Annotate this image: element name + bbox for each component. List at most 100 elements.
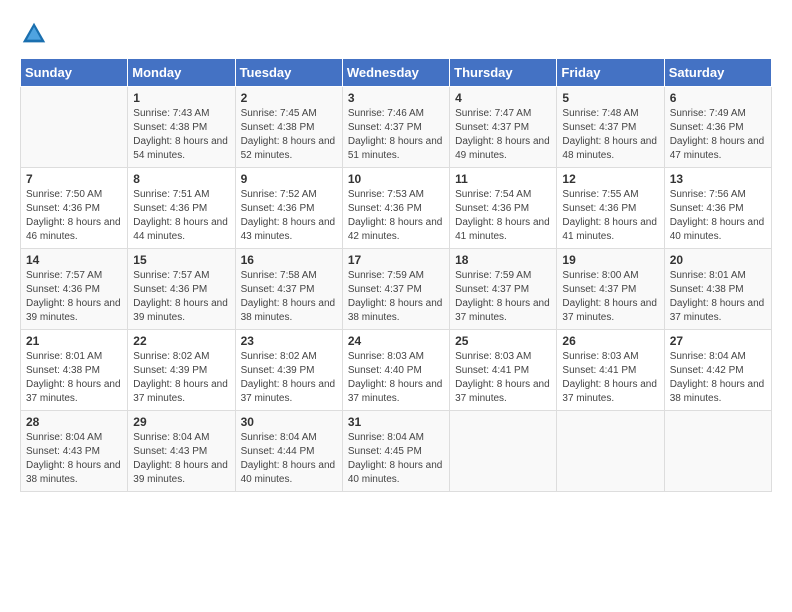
cell-content: Sunrise: 7:51 AMSunset: 4:36 PMDaylight:… [133,188,229,244]
day-number: 4 [455,91,551,105]
cell-content: Sunrise: 8:03 AMSunset: 4:40 PMDaylight:… [348,350,444,406]
day-number: 13 [670,172,766,186]
calendar-cell: 6 Sunrise: 7:49 AMSunset: 4:36 PMDayligh… [664,87,771,168]
day-header-saturday: Saturday [664,59,771,87]
cell-content: Sunrise: 7:53 AMSunset: 4:36 PMDaylight:… [348,188,444,244]
calendar-cell: 1 Sunrise: 7:43 AMSunset: 4:38 PMDayligh… [128,87,235,168]
calendar-cell: 29 Sunrise: 8:04 AMSunset: 4:43 PMDaylig… [128,411,235,492]
calendar-cell: 4 Sunrise: 7:47 AMSunset: 4:37 PMDayligh… [450,87,557,168]
cell-content: Sunrise: 7:43 AMSunset: 4:38 PMDaylight:… [133,107,229,163]
cell-content: Sunrise: 7:52 AMSunset: 4:36 PMDaylight:… [241,188,337,244]
page-header [20,20,772,48]
cell-content: Sunrise: 7:55 AMSunset: 4:36 PMDaylight:… [562,188,658,244]
calendar-cell: 3 Sunrise: 7:46 AMSunset: 4:37 PMDayligh… [342,87,449,168]
day-header-wednesday: Wednesday [342,59,449,87]
cell-content: Sunrise: 7:48 AMSunset: 4:37 PMDaylight:… [562,107,658,163]
day-header-friday: Friday [557,59,664,87]
day-header-sunday: Sunday [21,59,128,87]
calendar-cell [450,411,557,492]
day-number: 19 [562,253,658,267]
calendar-cell: 2 Sunrise: 7:45 AMSunset: 4:38 PMDayligh… [235,87,342,168]
calendar-cell: 22 Sunrise: 8:02 AMSunset: 4:39 PMDaylig… [128,330,235,411]
calendar-cell: 12 Sunrise: 7:55 AMSunset: 4:36 PMDaylig… [557,168,664,249]
cell-content: Sunrise: 7:47 AMSunset: 4:37 PMDaylight:… [455,107,551,163]
day-number: 28 [26,415,122,429]
logo-icon [20,20,48,48]
day-number: 6 [670,91,766,105]
calendar-week-row: 1 Sunrise: 7:43 AMSunset: 4:38 PMDayligh… [21,87,772,168]
cell-content: Sunrise: 7:50 AMSunset: 4:36 PMDaylight:… [26,188,122,244]
calendar-cell: 20 Sunrise: 8:01 AMSunset: 4:38 PMDaylig… [664,249,771,330]
calendar-cell: 26 Sunrise: 8:03 AMSunset: 4:41 PMDaylig… [557,330,664,411]
day-header-thursday: Thursday [450,59,557,87]
cell-content: Sunrise: 7:59 AMSunset: 4:37 PMDaylight:… [455,269,551,325]
cell-content: Sunrise: 7:58 AMSunset: 4:37 PMDaylight:… [241,269,337,325]
calendar-cell: 9 Sunrise: 7:52 AMSunset: 4:36 PMDayligh… [235,168,342,249]
cell-content: Sunrise: 8:01 AMSunset: 4:38 PMDaylight:… [26,350,122,406]
cell-content: Sunrise: 7:57 AMSunset: 4:36 PMDaylight:… [133,269,229,325]
calendar-week-row: 21 Sunrise: 8:01 AMSunset: 4:38 PMDaylig… [21,330,772,411]
calendar-cell: 14 Sunrise: 7:57 AMSunset: 4:36 PMDaylig… [21,249,128,330]
calendar-cell: 23 Sunrise: 8:02 AMSunset: 4:39 PMDaylig… [235,330,342,411]
cell-content: Sunrise: 8:04 AMSunset: 4:44 PMDaylight:… [241,431,337,487]
calendar-cell: 7 Sunrise: 7:50 AMSunset: 4:36 PMDayligh… [21,168,128,249]
calendar-header-row: SundayMondayTuesdayWednesdayThursdayFrid… [21,59,772,87]
cell-content: Sunrise: 8:01 AMSunset: 4:38 PMDaylight:… [670,269,766,325]
cell-content: Sunrise: 8:03 AMSunset: 4:41 PMDaylight:… [562,350,658,406]
day-number: 29 [133,415,229,429]
day-number: 16 [241,253,337,267]
cell-content: Sunrise: 7:56 AMSunset: 4:36 PMDaylight:… [670,188,766,244]
day-number: 21 [26,334,122,348]
cell-content: Sunrise: 8:04 AMSunset: 4:43 PMDaylight:… [26,431,122,487]
day-number: 27 [670,334,766,348]
day-number: 30 [241,415,337,429]
calendar-cell: 27 Sunrise: 8:04 AMSunset: 4:42 PMDaylig… [664,330,771,411]
calendar-cell: 19 Sunrise: 8:00 AMSunset: 4:37 PMDaylig… [557,249,664,330]
day-number: 24 [348,334,444,348]
day-number: 18 [455,253,551,267]
day-number: 9 [241,172,337,186]
day-number: 8 [133,172,229,186]
calendar-week-row: 14 Sunrise: 7:57 AMSunset: 4:36 PMDaylig… [21,249,772,330]
day-number: 20 [670,253,766,267]
cell-content: Sunrise: 7:45 AMSunset: 4:38 PMDaylight:… [241,107,337,163]
calendar-week-row: 7 Sunrise: 7:50 AMSunset: 4:36 PMDayligh… [21,168,772,249]
day-number: 12 [562,172,658,186]
cell-content: Sunrise: 8:02 AMSunset: 4:39 PMDaylight:… [241,350,337,406]
calendar-cell: 31 Sunrise: 8:04 AMSunset: 4:45 PMDaylig… [342,411,449,492]
day-number: 17 [348,253,444,267]
calendar-cell: 10 Sunrise: 7:53 AMSunset: 4:36 PMDaylig… [342,168,449,249]
day-number: 31 [348,415,444,429]
day-number: 10 [348,172,444,186]
calendar-cell: 30 Sunrise: 8:04 AMSunset: 4:44 PMDaylig… [235,411,342,492]
cell-content: Sunrise: 7:59 AMSunset: 4:37 PMDaylight:… [348,269,444,325]
calendar-cell: 24 Sunrise: 8:03 AMSunset: 4:40 PMDaylig… [342,330,449,411]
calendar-cell: 8 Sunrise: 7:51 AMSunset: 4:36 PMDayligh… [128,168,235,249]
day-number: 11 [455,172,551,186]
cell-content: Sunrise: 8:04 AMSunset: 4:42 PMDaylight:… [670,350,766,406]
cell-content: Sunrise: 8:02 AMSunset: 4:39 PMDaylight:… [133,350,229,406]
calendar-cell: 21 Sunrise: 8:01 AMSunset: 4:38 PMDaylig… [21,330,128,411]
calendar-cell [557,411,664,492]
calendar-cell: 16 Sunrise: 7:58 AMSunset: 4:37 PMDaylig… [235,249,342,330]
calendar-cell: 17 Sunrise: 7:59 AMSunset: 4:37 PMDaylig… [342,249,449,330]
day-number: 26 [562,334,658,348]
day-header-monday: Monday [128,59,235,87]
cell-content: Sunrise: 8:00 AMSunset: 4:37 PMDaylight:… [562,269,658,325]
day-number: 5 [562,91,658,105]
cell-content: Sunrise: 8:04 AMSunset: 4:45 PMDaylight:… [348,431,444,487]
day-header-tuesday: Tuesday [235,59,342,87]
day-number: 2 [241,91,337,105]
calendar-cell [21,87,128,168]
cell-content: Sunrise: 8:04 AMSunset: 4:43 PMDaylight:… [133,431,229,487]
calendar-cell: 15 Sunrise: 7:57 AMSunset: 4:36 PMDaylig… [128,249,235,330]
day-number: 25 [455,334,551,348]
calendar-cell: 25 Sunrise: 8:03 AMSunset: 4:41 PMDaylig… [450,330,557,411]
calendar-cell [664,411,771,492]
day-number: 3 [348,91,444,105]
day-number: 7 [26,172,122,186]
calendar-cell: 28 Sunrise: 8:04 AMSunset: 4:43 PMDaylig… [21,411,128,492]
calendar-cell: 13 Sunrise: 7:56 AMSunset: 4:36 PMDaylig… [664,168,771,249]
day-number: 23 [241,334,337,348]
day-number: 14 [26,253,122,267]
